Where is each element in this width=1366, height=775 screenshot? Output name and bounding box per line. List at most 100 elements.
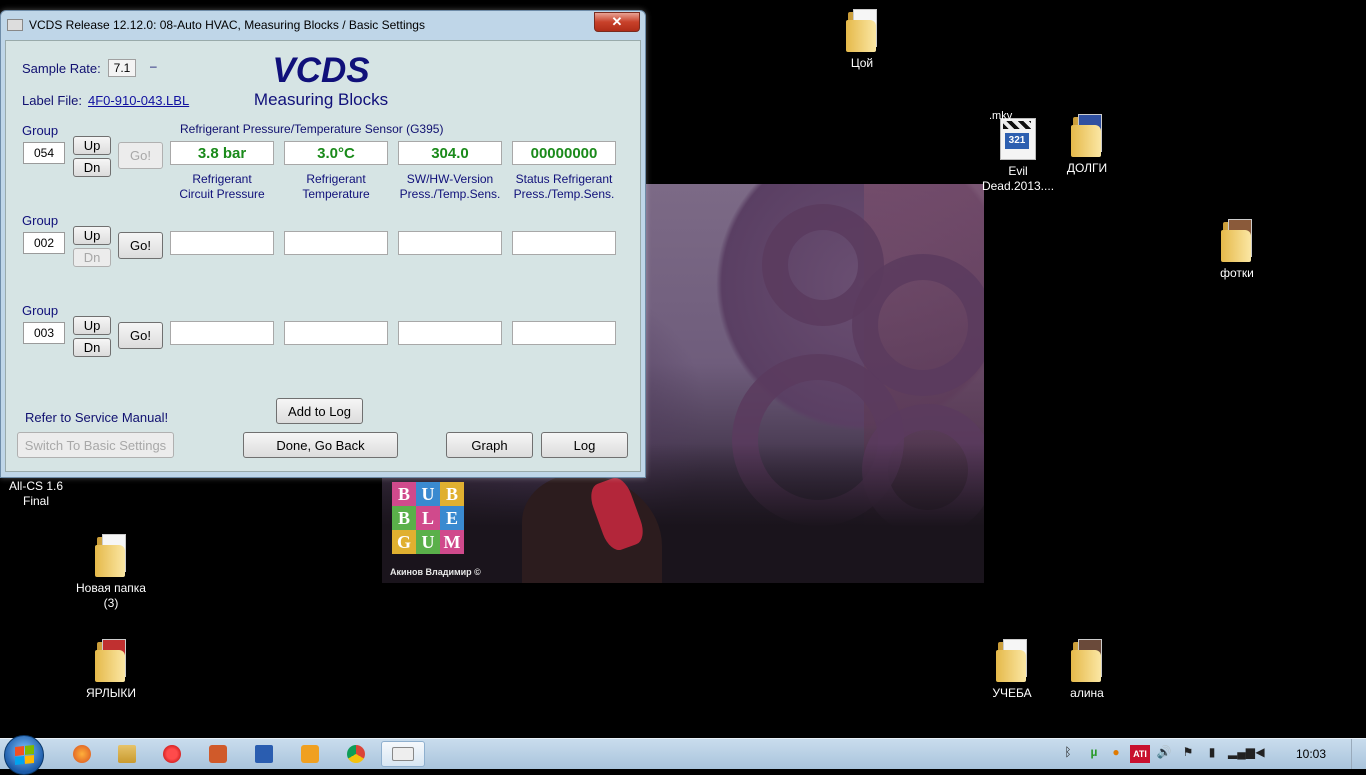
vcds-icon — [392, 747, 414, 761]
app-icon — [209, 745, 227, 763]
group-3-number-input[interactable]: 003 — [23, 322, 65, 344]
speaker-icon[interactable]: 🔊 — [1156, 745, 1172, 763]
sample-rate-label: Sample Rate: — [22, 61, 101, 76]
taskbar-explorer[interactable] — [107, 741, 147, 767]
log-button[interactable]: Log — [541, 432, 628, 458]
group-2-go-button[interactable]: Go! — [118, 232, 163, 259]
show-desktop-button[interactable] — [1351, 739, 1366, 769]
done-go-back-button[interactable]: Done, Go Back — [243, 432, 398, 458]
network-icon[interactable]: ▂▄▆ — [1228, 745, 1255, 763]
windows-logo-icon — [15, 744, 34, 765]
logo-letter: B — [392, 482, 416, 506]
desktop-icon-tsoy[interactable]: Цой — [822, 8, 902, 71]
desktop-icon-label: ЯРЛЫКИ — [85, 686, 137, 700]
caption-line: Refrigerant — [306, 172, 366, 186]
group-1-field-1: 3.8 bar — [170, 141, 274, 165]
group-2-up-button[interactable]: Up — [73, 226, 111, 245]
chrome-icon — [347, 745, 365, 763]
measuring-blocks-panel: Sample Rate: 7.1 – Label File: 4F0-910-0… — [5, 40, 641, 472]
switch-basic-settings-button[interactable]: Switch To Basic Settings — [17, 432, 174, 458]
clock[interactable]: 10:03 — [1296, 747, 1326, 761]
group-3-up-button[interactable]: Up — [73, 316, 111, 335]
graph-button[interactable]: Graph — [446, 432, 533, 458]
desktop-icon-alina[interactable]: алина — [1047, 638, 1127, 701]
group-1-dn-button[interactable]: Dn — [73, 158, 111, 177]
caption-line: Press./Temp.Sens. — [399, 187, 501, 201]
vcds-window: VCDS Release 12.12.0: 08-Auto HVAC, Meas… — [0, 10, 646, 478]
desktop-icon-label: All-CS 1.6 Final — [8, 479, 64, 508]
folder-icon — [93, 533, 129, 577]
desktop-icon-label: Цой — [850, 56, 874, 70]
desktop-icon-evil-dead[interactable]: .mkv 321 Evil Dead.2013.... — [978, 110, 1058, 194]
group-1-field-3: 304.0 — [398, 141, 502, 165]
taskbar-firefox[interactable] — [62, 741, 102, 767]
group-1-caption-2: Refrigerant Temperature — [278, 172, 394, 202]
group-1-caption-4: Status Refrigerant Press./Temp.Sens. — [506, 172, 622, 202]
label-file-link[interactable]: 4F0-910-043.LBL — [88, 93, 189, 108]
folder-icon — [1069, 113, 1105, 157]
group-1-go-button[interactable]: Go! — [118, 142, 163, 169]
desktop-icon-dolgi[interactable]: ДОЛГИ — [1047, 113, 1127, 176]
desktop-icon-yarlyki[interactable]: ЯРЛЫКИ — [71, 638, 151, 701]
bluetooth-icon[interactable]: ᛒ — [1060, 745, 1076, 763]
taskbar-chrome[interactable] — [336, 741, 376, 767]
group-2-field-4 — [512, 231, 616, 255]
refer-service-manual-text: Refer to Service Manual! — [25, 410, 169, 425]
group-2-dn-button[interactable]: Dn — [73, 248, 111, 267]
caption-line: Refrigerant — [192, 172, 252, 186]
close-button[interactable]: ✕ — [594, 12, 640, 32]
volume-icon[interactable]: ◀ — [1252, 745, 1268, 763]
taskbar-media-player[interactable] — [290, 741, 330, 767]
logo-letter: U — [416, 530, 440, 554]
utorrent-icon[interactable]: µ — [1086, 745, 1102, 763]
logo-letter: B — [440, 482, 464, 506]
word-icon — [255, 745, 273, 763]
group-1-label: Group — [22, 123, 59, 138]
label-file-label: Label File: — [22, 93, 82, 108]
vcds-app-icon — [7, 19, 23, 31]
firefox-icon — [73, 745, 91, 763]
desktop-icon-allcs[interactable]: All-CS 1.6 Final — [0, 479, 76, 509]
add-to-log-button[interactable]: Add to Log — [276, 398, 363, 424]
media-icon-number: 321 — [1005, 133, 1029, 149]
avast-icon[interactable]: ● — [1108, 745, 1124, 763]
group-2-number-input[interactable]: 002 — [23, 232, 65, 254]
folder-icon — [994, 638, 1030, 682]
bubblegum-logo: B U B B L E G U M — [392, 482, 468, 562]
group-1-caption-3: SW/HW-Version Press./Temp.Sens. — [392, 172, 508, 202]
group-3-label: Group — [22, 303, 59, 318]
desktop-icon-fotki[interactable]: фотки — [1197, 218, 1277, 281]
group-3-field-3 — [398, 321, 502, 345]
desktop-icon-label: Новая папка (3) — [76, 581, 146, 610]
desktop-icon-label: алина — [1070, 686, 1104, 700]
caption-line: Press./Temp.Sens. — [513, 187, 615, 201]
desktop-icon-label: ДОЛГИ — [1066, 161, 1108, 175]
desktop-icon-ucheba[interactable]: УЧЕБА — [972, 638, 1052, 701]
battery-icon[interactable]: ▮ — [1204, 745, 1220, 763]
folder-icon — [1219, 218, 1255, 262]
taskbar-opera[interactable] — [152, 741, 192, 767]
taskbar-word[interactable] — [244, 741, 284, 767]
desktop-icon-label: Evil Dead.2013.... — [981, 164, 1055, 193]
group-3-go-button[interactable]: Go! — [118, 322, 163, 349]
taskbar-app-4[interactable] — [198, 741, 238, 767]
caption-line: Temperature — [302, 187, 370, 201]
group-3-dn-button[interactable]: Dn — [73, 338, 111, 357]
taskbar: ᛒ µ ● ATI 🔊 ⚑ ▮ ▂▄▆ ◀ 10:03 — [0, 735, 1366, 775]
desktop-icon-label: фотки — [1220, 266, 1254, 280]
group-2-field-1 — [170, 231, 274, 255]
logo-letter: B — [392, 506, 416, 530]
ati-icon[interactable]: ATI — [1130, 745, 1150, 763]
desktop-icon-novaya-papka[interactable]: Новая папка (3) — [71, 533, 151, 611]
start-button[interactable] — [4, 735, 44, 775]
logo-letter: G — [392, 530, 416, 554]
folder-icon — [93, 638, 129, 682]
group-1-number-input[interactable]: 054 — [23, 142, 65, 164]
caption-line: SW/HW-Version — [406, 172, 494, 186]
folder-icon — [118, 745, 136, 763]
sample-rate-value: 7.1 — [108, 59, 136, 77]
group-1-up-button[interactable]: Up — [73, 136, 111, 155]
flag-icon[interactable]: ⚑ — [1180, 745, 1196, 763]
title-bar[interactable]: VCDS Release 12.12.0: 08-Auto HVAC, Meas… — [1, 11, 645, 39]
taskbar-vcds[interactable] — [381, 741, 425, 767]
